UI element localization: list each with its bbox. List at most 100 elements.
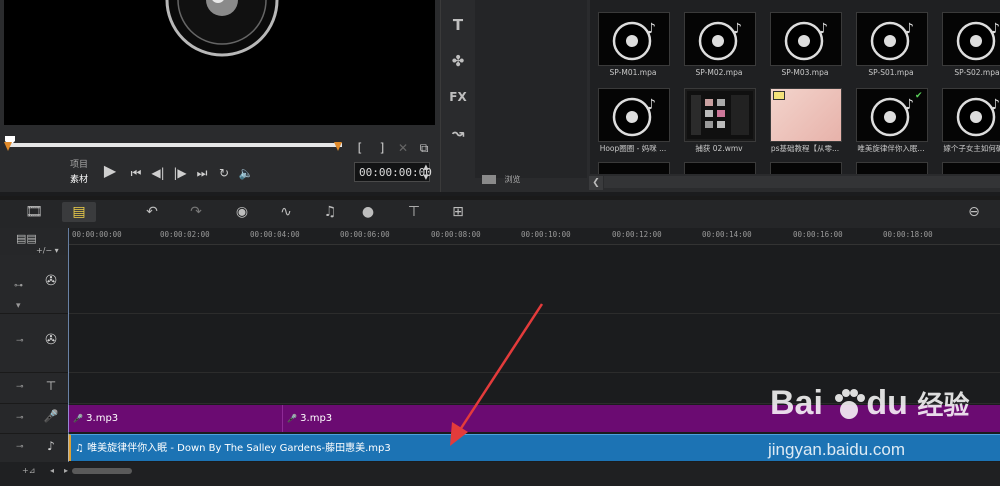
go-to-start-icon[interactable]: ⏮	[128, 165, 144, 181]
motion-tracking-icon[interactable]: ●	[356, 202, 380, 222]
playhead-marker[interactable]	[5, 131, 15, 146]
svg-text:♪: ♪	[647, 21, 656, 37]
microphone-icon: 🎤	[73, 414, 83, 423]
svg-text:♪: ♪	[905, 21, 914, 37]
library-item[interactable]	[770, 162, 842, 174]
library-item[interactable]: ♪	[856, 12, 928, 66]
music-track-header: ⊸ ♪	[0, 434, 68, 463]
redo-icon[interactable]: ↷	[184, 202, 208, 222]
library-item-label: SP-S02.mpa	[954, 68, 1000, 77]
timecode-spinner-icon[interactable]: ▲ ▼	[421, 162, 431, 182]
volume-icon[interactable]: 🔈	[238, 165, 254, 181]
timecode-input[interactable]: 00:00:00:00	[354, 162, 432, 182]
ruler-tick-label: 00:00:04:00	[250, 230, 300, 239]
annotation-arrow	[450, 303, 544, 446]
library-item[interactable]	[942, 162, 1000, 174]
music-disc-icon: ♪	[612, 97, 656, 137]
repeat-icon[interactable]: ↻	[216, 165, 232, 181]
music-disc-icon: ♪	[956, 97, 1000, 137]
zoom-out-icon[interactable]: ⊖	[962, 202, 986, 222]
lock-icon[interactable]: ⊸	[16, 413, 24, 423]
auto-music-icon[interactable]: ♫	[318, 202, 342, 222]
mark-in-button[interactable]: [	[354, 140, 366, 156]
video-thumb	[687, 91, 753, 139]
title-icon[interactable]: T	[447, 14, 469, 36]
track-options-icon[interactable]: +⊿	[22, 466, 35, 475]
music-disc-icon: ♪	[956, 21, 1000, 61]
watermark-url: jingyan.baidu.com	[768, 440, 906, 459]
track-manager-icon[interactable]: ▤▤	[16, 232, 37, 245]
lock-icon[interactable]: ⊸	[16, 442, 24, 452]
folder-icon	[482, 175, 496, 184]
baidu-watermark: Bai du 经验 jingyan.baidu.com	[760, 378, 1000, 468]
overlay-track-header: ⊸ ✇	[0, 314, 68, 373]
lock-icon[interactable]: ⊸	[16, 382, 24, 392]
subtitle-editor-icon[interactable]: ⊤	[402, 202, 426, 222]
browse-button[interactable]: 浏览	[482, 174, 542, 188]
library-nav	[475, 0, 587, 178]
music-note-icon: ♪	[47, 439, 55, 453]
sound-mixer-icon[interactable]: ∿	[274, 202, 298, 222]
library-item-label: Hoop圈圈 - 妈咪 ...	[599, 144, 667, 153]
fx-icon[interactable]: FX	[447, 86, 469, 108]
chevron-down-icon[interactable]: ▾	[16, 301, 21, 311]
previous-frame-icon[interactable]: ◀|	[150, 165, 166, 181]
path-icon[interactable]: ↝	[447, 122, 469, 144]
mode-project-label[interactable]: 项目	[70, 157, 88, 170]
video-track-icon: ✇	[45, 273, 57, 289]
add-track-icon[interactable]: +/− ▾	[36, 246, 59, 255]
library-item[interactable]	[856, 162, 928, 174]
timeline-scrollbar[interactable]	[72, 468, 132, 474]
undo-icon[interactable]: ↶	[140, 202, 164, 222]
ruler-tick-label: 00:00:06:00	[340, 230, 390, 239]
image-thumb	[773, 91, 785, 100]
video-track-header: ⊶ ▾ ✇	[0, 255, 68, 314]
library-item[interactable]	[770, 88, 842, 142]
clip-label: 3.mp3	[300, 413, 333, 424]
storyboard-view-icon[interactable]: 🎞	[22, 202, 46, 222]
play-icon[interactable]: ▶	[100, 163, 120, 179]
library-item-label: 嫁个子女主如何确...	[943, 144, 1000, 153]
library-collapse-button[interactable]: ❮	[589, 176, 603, 190]
library-item[interactable]: ♪	[770, 12, 842, 66]
library-item[interactable]	[684, 162, 756, 174]
voice-clip[interactable]: 🎤 3.mp3	[68, 405, 282, 432]
library-item[interactable]: ♪	[598, 12, 670, 66]
record-capture-icon[interactable]: ◉	[230, 202, 254, 222]
multi-camera-icon[interactable]: ⊞	[446, 202, 470, 222]
mode-clip-label[interactable]: 素材	[70, 172, 88, 185]
ruler-tick-label: 00:00:00:00	[72, 230, 122, 239]
lock-icon[interactable]: ⊸	[16, 336, 24, 346]
trim-start-marker[interactable]	[4, 142, 12, 151]
library-item[interactable]	[598, 162, 670, 174]
music-disc-icon: ♪	[784, 21, 828, 61]
library-item[interactable]: ♪	[942, 12, 1000, 66]
library-item[interactable]: ♪	[598, 88, 670, 142]
library-item[interactable]: ♪	[942, 88, 1000, 142]
library-item[interactable]: ♪	[684, 12, 756, 66]
library-item[interactable]	[684, 88, 756, 142]
mark-out-button[interactable]: ]	[376, 140, 388, 156]
timeline-playhead[interactable]	[68, 228, 69, 462]
library-item-label: 唯美旋律伴你入眠...	[857, 144, 925, 153]
next-frame-icon[interactable]: |▶	[172, 165, 188, 181]
go-to-end-icon[interactable]: ⏭	[194, 165, 210, 181]
ruler-tick-label: 00:00:16:00	[793, 230, 843, 239]
trim-end-marker[interactable]	[334, 142, 342, 151]
music-disc-icon: ♪	[870, 21, 914, 61]
scrubber-track[interactable]	[8, 143, 342, 147]
library-scrollbar[interactable]	[604, 176, 1000, 188]
scroll-right-icon[interactable]: ▸	[64, 466, 68, 475]
track-manager-icon[interactable]: ⊶	[14, 281, 23, 291]
cut-icon[interactable]: ✕	[396, 140, 410, 156]
svg-text:♪: ♪	[905, 97, 914, 113]
title-track-header: ⊸ ⊤	[0, 373, 68, 404]
side-toolbar: T ✤ FX ↝	[440, 0, 476, 192]
timeline-view-icon[interactable]: ▤	[62, 202, 96, 222]
library-item-label: ps基础教程【从零...	[770, 144, 840, 153]
graphics-icon[interactable]: ✤	[447, 50, 469, 72]
ruler-tick-label: 00:00:14:00	[702, 230, 752, 239]
library-item[interactable]: ♪ ✔	[856, 88, 928, 142]
scroll-left-icon[interactable]: ◂	[50, 466, 54, 475]
expand-icon[interactable]: ⧉	[417, 140, 431, 156]
